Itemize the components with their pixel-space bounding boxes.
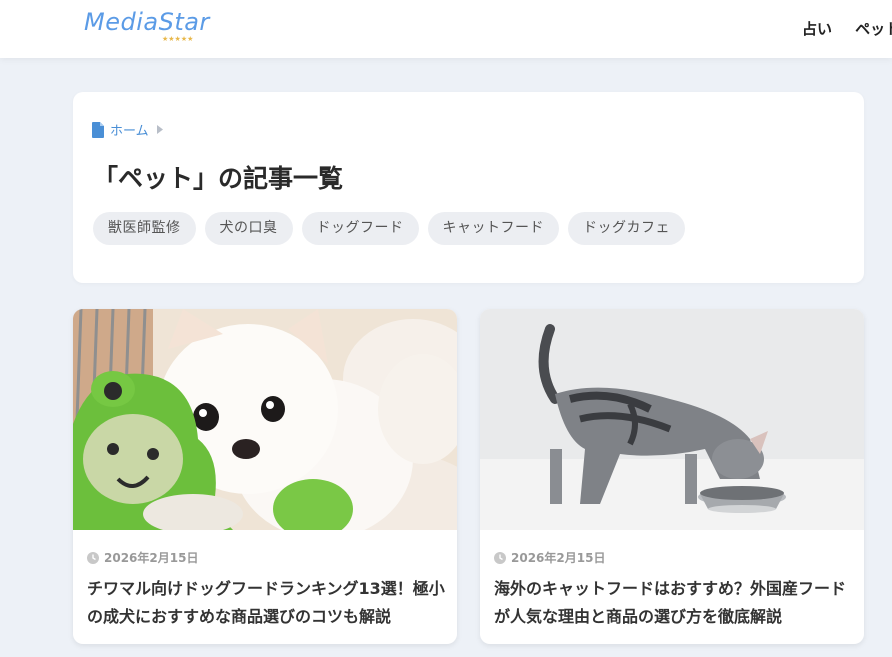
card-meta: 2026年2月15日 xyxy=(87,549,198,566)
tag-dog-cafe[interactable]: ドッグカフェ xyxy=(568,212,685,245)
puppy-thumbnail[interactable] xyxy=(73,309,457,530)
document-icon xyxy=(92,121,104,138)
card-title[interactable]: チワマル向けドッグフードランキング13選！極小の成犬におすすめな商品選びのコツも… xyxy=(87,575,449,631)
tag-cat-food[interactable]: キャットフード xyxy=(427,212,559,245)
breadcrumb: ホーム xyxy=(92,120,163,139)
card-title[interactable]: 海外のキャットフードはおすすめ？外国産フードが人気な理由と商品の選び方を徹底解説 xyxy=(494,575,856,631)
article-card[interactable]: 2026年2月15日 海外のキャットフードはおすすめ？外国産フードが人気な理由と… xyxy=(480,309,864,644)
site-logo[interactable]: MediaStar ★★★★★ xyxy=(84,8,214,48)
clock-icon xyxy=(87,551,99,564)
tag-list: 獣医師監修 犬の口臭 ドッグフード キャットフード ドッグカフェ xyxy=(93,212,694,245)
logo-text: MediaStar xyxy=(84,8,210,36)
kitten-thumbnail[interactable] xyxy=(480,309,864,530)
clock-icon xyxy=(494,551,506,564)
card-meta: 2026年2月15日 xyxy=(494,549,605,566)
top-nav: 占い ペット xyxy=(802,18,892,39)
logo-stars: ★★★★★ xyxy=(162,35,194,43)
nav-item-pet[interactable]: ペット xyxy=(855,18,892,39)
tag-dog-food[interactable]: ドッグフード xyxy=(301,212,419,245)
card-date: 2026年2月15日 xyxy=(511,551,606,565)
article-card[interactable]: 2026年2月15日 チワマル向けドッグフードランキング13選！極小の成犬におす… xyxy=(73,309,457,644)
site-header: MediaStar ★★★★★ 占い ペット xyxy=(0,0,892,58)
card-date: 2026年2月15日 xyxy=(104,551,199,565)
tag-vet-supervised[interactable]: 獣医師監修 xyxy=(93,212,196,245)
archive-panel: ホーム 「ペット」の記事一覧 獣医師監修 犬の口臭 ドッグフード キャットフード… xyxy=(73,92,864,283)
tag-dog-breath[interactable]: 犬の口臭 xyxy=(204,212,293,245)
nav-item-fortune[interactable]: 占い xyxy=(802,18,832,39)
caret-right-icon xyxy=(156,125,163,134)
breadcrumb-home-link[interactable]: ホーム xyxy=(110,120,149,139)
page-title: 「ペット」の記事一覧 xyxy=(93,164,344,193)
